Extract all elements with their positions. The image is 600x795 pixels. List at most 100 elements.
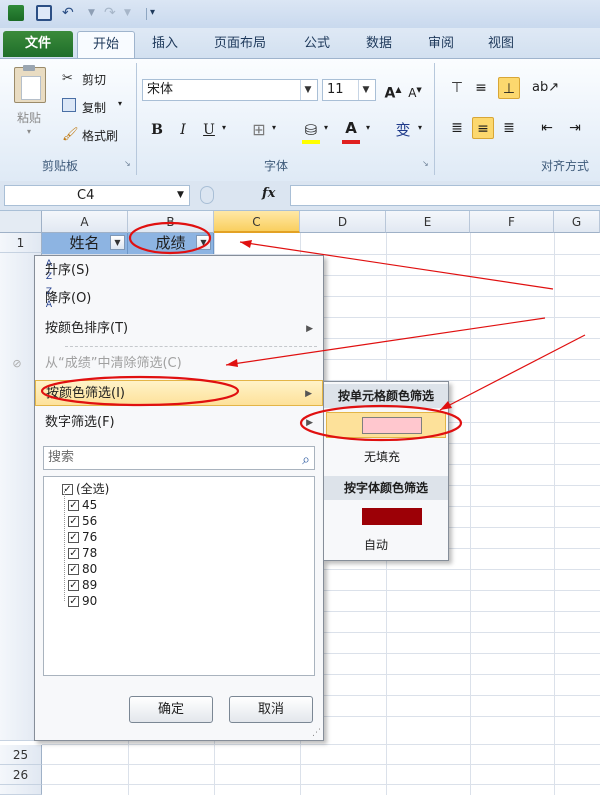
paste-dropdown-icon[interactable]: ▾ [27,127,31,136]
cell-a1-text: 姓名 [69,234,100,252]
copy-button[interactable]: 复制 [82,99,106,116]
filter-search-input[interactable]: 搜索 ⌕ [43,446,315,470]
tab-view[interactable]: 视图 [476,31,526,57]
value-checkbox[interactable]: ✓ 90 [68,593,97,609]
font-size-select[interactable]: 11 ▼ [322,79,376,101]
clipboard-launcher-icon[interactable]: ↘ [124,159,131,168]
customize-toolbar-icon[interactable]: ▾ [150,5,166,21]
undo-dropdown-icon[interactable]: ▼ [88,5,104,21]
paste-button-label[interactable]: 粘贴 [17,109,41,126]
font-size-dropdown-icon[interactable]: ▼ [358,80,373,100]
phonetic-button[interactable]: 变 [392,119,414,141]
font-name-dropdown-icon[interactable]: ▼ [300,80,315,100]
row-header-25[interactable]: 25 [0,745,42,765]
select-all-corner[interactable] [0,211,42,233]
orientation-icon[interactable]: ab↗ [532,77,559,99]
increase-indent-icon[interactable]: ⇥ [564,117,586,139]
select-all-checkbox[interactable]: ✓ (全选) [62,481,109,497]
formula-bar-resize-handle[interactable] [200,186,214,204]
fill-color-dropdown-icon[interactable]: ▾ [324,123,328,132]
value-checkbox[interactable]: ✓ 89 [68,577,97,593]
decrease-indent-icon[interactable]: ⇤ [536,117,558,139]
tab-page-layout[interactable]: 页面布局 [202,31,278,57]
font-color-icon[interactable]: A [340,117,362,139]
gridline [42,744,600,745]
tab-data[interactable]: 数据 [354,31,404,57]
menu-sort-descending[interactable]: ZA 降序(O) [35,286,323,312]
save-icon[interactable] [36,5,52,21]
align-left-icon[interactable]: ≣ [446,117,468,139]
menu-sort-ascending[interactable]: AZ 升序(S) [35,258,323,284]
ok-button[interactable]: 确定 [129,696,213,723]
column-header-f[interactable]: F [470,211,554,233]
copy-icon [62,98,76,112]
font-launcher-icon[interactable]: ↘ [422,159,429,168]
cell-a1[interactable]: 姓名 ▼ [42,233,128,254]
value-checkbox[interactable]: ✓ 76 [68,529,97,545]
grow-font-icon[interactable]: A▲ [382,79,404,102]
row-header-27[interactable] [0,785,42,795]
font-name-select[interactable]: 宋体 ▼ [142,79,318,101]
tab-formulas[interactable]: 公式 [292,31,342,57]
font-color-swatch[interactable] [362,508,422,525]
font-color-dropdown-icon[interactable]: ▾ [366,123,370,132]
name-box[interactable]: C4 ▼ [4,185,190,206]
align-center-icon[interactable]: ≡ [472,117,494,139]
checkbox-checked-icon: ✓ [68,516,79,527]
phonetic-dropdown-icon[interactable]: ▾ [418,123,422,132]
cell-color-swatch[interactable] [362,417,422,434]
filter-dropdown-b-icon[interactable]: ▼ [196,235,211,250]
row-header-26[interactable]: 26 [0,765,42,785]
filter-dropdown-a-icon[interactable]: ▼ [110,235,125,250]
column-header-a[interactable]: A [42,211,128,233]
cell-b1[interactable]: 成绩 ▼ [128,233,214,254]
value-checkbox[interactable]: ✓ 80 [68,561,97,577]
menu-filter-by-color[interactable]: 按颜色筛选(I) ▶ [35,380,323,406]
underline-button[interactable]: U [198,119,220,141]
align-right-icon[interactable]: ≣ [498,117,520,139]
paste-icon[interactable] [14,65,46,103]
column-header-b[interactable]: B [128,211,214,233]
shrink-font-icon[interactable]: A▼ [404,79,426,101]
excel-app-icon[interactable] [8,5,24,21]
italic-button[interactable]: I [172,119,194,141]
tab-review[interactable]: 审阅 [416,31,466,57]
checkbox-checked-icon: ✓ [68,532,79,543]
column-header-c[interactable]: C [214,211,300,233]
bold-button[interactable]: B [146,119,168,141]
value-checkbox[interactable]: ✓ 78 [68,545,97,561]
resize-grip-icon[interactable]: ⋰ [312,728,321,738]
format-painter-button[interactable]: 格式刷 [82,127,118,144]
fill-color-icon[interactable]: ⛁ [300,119,322,141]
no-fill-option[interactable]: 无填充 [364,448,400,465]
tab-insert[interactable]: 插入 [140,31,190,57]
menu-sort-by-color[interactable]: 按颜色排序(T) ▶ [35,316,323,342]
redo-icon[interactable]: ↷ [104,5,120,21]
value-checkbox[interactable]: ✓ 56 [68,513,97,529]
tab-home[interactable]: 开始 [77,31,135,58]
value-checkbox[interactable]: ✓ 45 [68,497,97,513]
search-icon[interactable]: ⌕ [302,449,310,471]
auto-color-option[interactable]: 自动 [364,536,388,553]
borders-dropdown-icon[interactable]: ▾ [272,123,276,132]
borders-icon[interactable]: ⊞ [248,119,270,141]
column-header-e[interactable]: E [386,211,470,233]
menu-label: 按颜色排序(T) [45,321,129,336]
underline-dropdown-icon[interactable]: ▾ [222,123,226,132]
column-header-g[interactable]: G [554,211,600,233]
cut-button[interactable]: 剪切 [82,71,106,88]
align-middle-icon[interactable]: ≡ [470,77,492,99]
menu-number-filters[interactable]: 数字筛选(F) ▶ [35,410,323,436]
redo-dropdown-icon[interactable]: ▼ [124,5,140,21]
align-top-icon[interactable]: ⊤ [446,77,468,99]
formula-input[interactable] [290,185,600,206]
undo-icon[interactable]: ↶ [62,5,78,21]
align-bottom-icon[interactable]: ⊥ [498,77,520,99]
copy-dropdown-icon[interactable]: ▾ [118,99,122,108]
row-header-1[interactable]: 1 [0,233,42,253]
cancel-button[interactable]: 取消 [229,696,313,723]
name-box-dropdown-icon[interactable]: ▼ [177,186,184,205]
column-header-d[interactable]: D [300,211,386,233]
tab-file[interactable]: 文件 [3,31,73,57]
insert-function-icon[interactable]: fx [262,186,275,201]
